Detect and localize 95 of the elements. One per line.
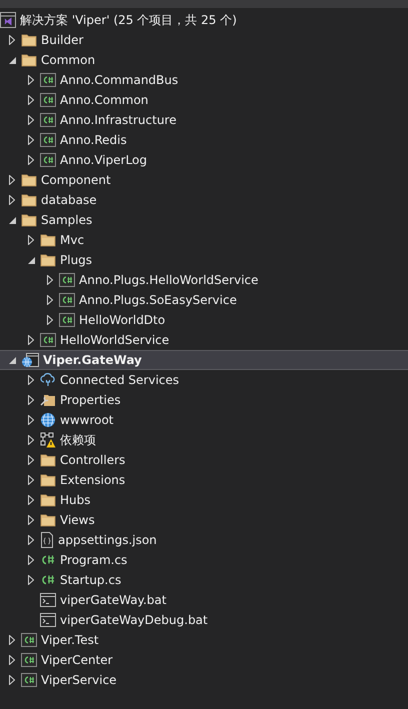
csharp-project-icon: [40, 333, 56, 347]
folder-icon: [21, 33, 37, 47]
tree-item[interactable]: ViperCenter: [0, 650, 408, 670]
tree-item[interactable]: Connected Services: [0, 370, 408, 390]
csharp-project-icon: [21, 653, 37, 667]
tree-item[interactable]: appsettings.json: [0, 530, 408, 550]
tree-item[interactable]: Plugs: [0, 250, 408, 270]
tree-item[interactable]: wwwroot: [0, 410, 408, 430]
tree-item[interactable]: Component: [0, 170, 408, 190]
expand-arrow[interactable]: [25, 95, 37, 105]
expand-arrow[interactable]: [6, 35, 18, 45]
tree-item[interactable]: HelloWorldDto: [0, 310, 408, 330]
expand-arrow[interactable]: [25, 235, 37, 245]
expand-arrow[interactable]: [25, 575, 37, 585]
tree-item[interactable]: Viper.Test: [0, 630, 408, 650]
tree-item[interactable]: Anno.Common: [0, 90, 408, 110]
expand-arrow[interactable]: [6, 675, 18, 685]
tree-item[interactable]: Startup.cs: [0, 570, 408, 590]
expand-arrow[interactable]: [44, 295, 56, 305]
expand-arrow[interactable]: [25, 375, 37, 385]
wrench-folder-icon: [40, 393, 56, 407]
expand-arrow[interactable]: [44, 315, 56, 325]
tree-item[interactable]: Extensions: [0, 470, 408, 490]
csharp-project-icon: [40, 153, 56, 167]
folder-icon: [21, 193, 37, 207]
expand-arrow[interactable]: [25, 115, 37, 125]
tree-item[interactable]: 依赖项: [0, 430, 408, 450]
tree-item[interactable]: viperGateWay.bat: [0, 590, 408, 610]
tree-item[interactable]: Builder: [0, 30, 408, 50]
expand-arrow[interactable]: [25, 155, 37, 165]
folder-icon: [21, 53, 37, 67]
solution-icon: [0, 12, 16, 28]
expand-arrow[interactable]: [25, 395, 37, 405]
tree-item[interactable]: ViperService: [0, 670, 408, 690]
tree-item[interactable]: Anno.Infrastructure: [0, 110, 408, 130]
expand-arrow[interactable]: [6, 195, 18, 205]
folder-icon: [21, 173, 37, 187]
globe-icon: [40, 412, 56, 428]
folder-icon: [40, 453, 56, 467]
tree-item[interactable]: Mvc: [0, 230, 408, 250]
cloud-plug-icon: [40, 373, 56, 387]
csharp-project-icon: [59, 293, 75, 307]
csharp-project-icon: [40, 113, 56, 127]
expand-arrow[interactable]: [25, 495, 37, 505]
tree-item[interactable]: Anno.CommandBus: [0, 70, 408, 90]
expand-arrow[interactable]: [25, 535, 37, 545]
tree-item[interactable]: Viper.GateWay: [0, 350, 408, 370]
tree-item[interactable]: Program.cs: [0, 550, 408, 570]
csharp-project-icon: [40, 93, 56, 107]
tree-item[interactable]: database: [0, 190, 408, 210]
expand-arrow[interactable]: [25, 455, 37, 465]
folder-icon: [21, 213, 37, 227]
tree-item[interactable]: Anno.Plugs.HelloWorldService: [0, 270, 408, 290]
web-project-icon: [21, 352, 39, 368]
folder-icon: [40, 233, 56, 247]
csharp-project-icon: [21, 673, 37, 687]
tree-item[interactable]: 解决方案 'Viper' (25 个项目，共 25 个): [0, 10, 408, 30]
expand-arrow[interactable]: [25, 335, 37, 345]
dependencies-warning-icon: [40, 432, 56, 448]
csharp-project-icon: [59, 313, 75, 327]
expand-arrow[interactable]: [44, 275, 56, 285]
tree-item[interactable]: Anno.Redis: [0, 130, 408, 150]
folder-icon: [40, 493, 56, 507]
folder-icon: [40, 513, 56, 527]
tree-item[interactable]: Properties: [0, 390, 408, 410]
expand-arrow[interactable]: [25, 135, 37, 145]
tree-item[interactable]: viperGateWayDebug.bat: [0, 610, 408, 630]
expand-arrow[interactable]: [6, 655, 18, 665]
expand-arrow[interactable]: [6, 175, 18, 185]
expand-arrow[interactable]: [25, 435, 37, 445]
csharp-project-icon: [21, 633, 37, 647]
tree-item[interactable]: Controllers: [0, 450, 408, 470]
expand-arrow[interactable]: [25, 415, 37, 425]
tree-item[interactable]: Views: [0, 510, 408, 530]
csharp-file-icon: [40, 573, 56, 587]
expand-arrow[interactable]: [25, 75, 37, 85]
tree-item[interactable]: Anno.Plugs.SoEasyService: [0, 290, 408, 310]
expand-arrow[interactable]: [6, 635, 18, 645]
expand-arrow[interactable]: [25, 515, 37, 525]
csharp-project-icon: [40, 73, 56, 87]
tree-item[interactable]: Samples: [0, 210, 408, 230]
tree-item[interactable]: HelloWorldService: [0, 330, 408, 350]
tree-item[interactable]: Hubs: [0, 490, 408, 510]
expand-arrow[interactable]: [25, 555, 37, 565]
folder-icon: [40, 253, 56, 267]
expand-arrow[interactable]: [25, 475, 37, 485]
json-file-icon: [40, 532, 54, 548]
terminal-file-icon: [40, 613, 56, 627]
tree-item[interactable]: Common: [0, 50, 408, 70]
terminal-file-icon: [40, 593, 56, 607]
csharp-project-icon: [40, 133, 56, 147]
tree-item[interactable]: Anno.ViperLog: [0, 150, 408, 170]
csharp-file-icon: [40, 553, 56, 567]
folder-icon: [40, 473, 56, 487]
csharp-project-icon: [59, 273, 75, 287]
